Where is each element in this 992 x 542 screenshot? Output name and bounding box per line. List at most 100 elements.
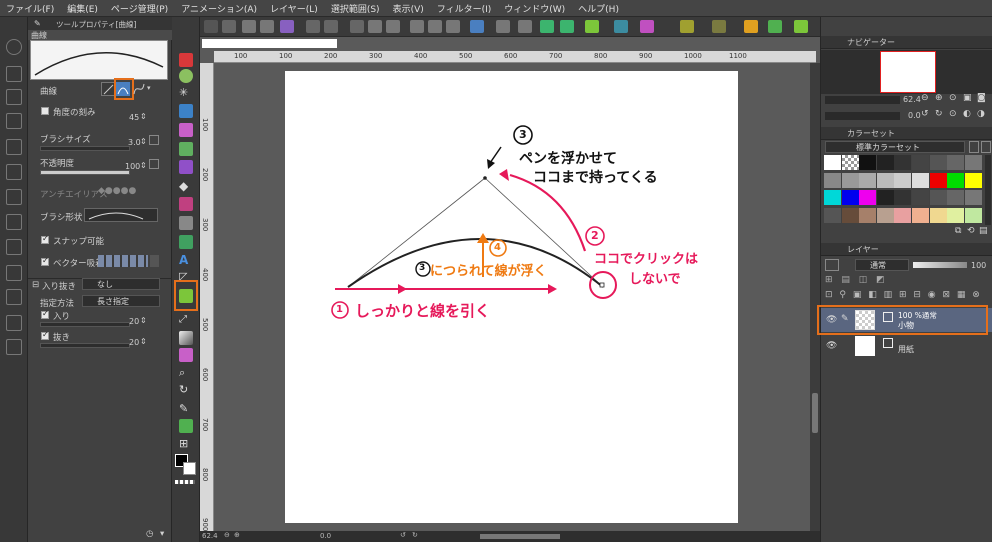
opacity-slider[interactable] xyxy=(40,170,130,175)
menu-item[interactable]: 表示(V) xyxy=(393,2,424,15)
out-checkbox[interactable] xyxy=(41,330,49,340)
fit-icon[interactable]: ⊙ xyxy=(949,93,957,103)
zoom-tool-icon[interactable]: ⌕ xyxy=(179,366,193,380)
flip-h-icon[interactable]: ◐ xyxy=(963,109,971,119)
layer-opacity-slider[interactable] xyxy=(913,262,967,268)
angle-step-value[interactable]: 45 xyxy=(129,113,139,122)
color-swatch[interactable] xyxy=(841,190,859,205)
sparkle-tool-icon[interactable]: ✳ xyxy=(179,86,193,100)
color-swatch[interactable] xyxy=(964,155,982,170)
snap-ruler-icon[interactable] xyxy=(540,20,554,33)
color-swatch[interactable] xyxy=(947,207,965,223)
layer-row-paper[interactable]: 👁 用紙 xyxy=(821,334,992,358)
menu-item[interactable]: ページ管理(P) xyxy=(111,2,168,15)
menu-item[interactable]: ウィンドウ(W) xyxy=(504,2,565,15)
menu-item[interactable]: ヘルプ(H) xyxy=(578,2,619,15)
spin-icon[interactable]: ⇕ xyxy=(140,316,147,325)
reset-icon[interactable]: ◷ xyxy=(146,529,153,539)
airbrush-tool-icon[interactable] xyxy=(179,160,193,174)
color-swatch[interactable] xyxy=(894,190,912,205)
move-tool-icon[interactable] xyxy=(6,66,22,82)
map-tool-icon[interactable] xyxy=(6,265,22,281)
spin-icon[interactable]: ⇕ xyxy=(140,112,147,121)
brush-tool-icon[interactable] xyxy=(179,142,193,156)
transparent-color-swatch[interactable] xyxy=(175,480,195,484)
navigator-preview[interactable] xyxy=(821,50,992,94)
navigator-rotate-value[interactable]: 0.0 xyxy=(908,111,921,120)
color-swatch[interactable] xyxy=(841,155,859,170)
ruler-tool-icon[interactable]: ⤢ xyxy=(179,314,193,328)
layer-tool-icon[interactable] xyxy=(6,139,22,155)
color-swatch[interactable] xyxy=(894,155,912,170)
text-tool-icon[interactable]: A xyxy=(179,253,193,267)
status-zoom[interactable]: 62.4 xyxy=(202,532,218,540)
navigator-zoom-value[interactable]: 62.4 xyxy=(903,95,921,104)
straight-line-button[interactable] xyxy=(101,82,115,96)
reference-icon[interactable] xyxy=(680,20,694,33)
color-swatch[interactable] xyxy=(912,172,929,188)
draft-icon[interactable] xyxy=(794,20,808,33)
open-file-icon[interactable] xyxy=(242,20,256,33)
color-set-title[interactable]: カラーセット xyxy=(847,128,895,139)
full-icon[interactable]: ▣ xyxy=(963,93,972,103)
snap-special-ruler-icon[interactable] xyxy=(560,20,574,33)
cubic-curve-button[interactable] xyxy=(132,82,146,96)
in-slider[interactable] xyxy=(40,322,130,327)
opacity-settings-icon[interactable] xyxy=(149,159,159,169)
menu-item[interactable]: レイヤー(L) xyxy=(270,2,318,15)
vector-snap-checkbox[interactable] xyxy=(41,256,49,266)
color-set-scrollbar[interactable] xyxy=(985,155,991,225)
collapse-icon[interactable]: ⊟ xyxy=(32,280,39,290)
selection-tool-icon[interactable] xyxy=(6,113,22,129)
zoom-tool-icon[interactable] xyxy=(6,39,22,55)
vector-snap-options[interactable] xyxy=(98,255,148,267)
actual-size-icon[interactable]: ◙ xyxy=(977,93,986,103)
layer-title[interactable]: レイヤー xyxy=(847,244,879,255)
color-swatch[interactable] xyxy=(859,207,877,223)
color-swatch[interactable] xyxy=(929,190,947,205)
brush-size-settings-icon[interactable] xyxy=(149,135,159,145)
flip-v-icon[interactable]: ◑ xyxy=(977,109,985,119)
rotate-right-icon[interactable]: ↻ xyxy=(935,109,943,119)
out-value[interactable]: 20 xyxy=(129,338,139,347)
menu-icon[interactable]: ▾ xyxy=(160,529,164,539)
fill-icon[interactable] xyxy=(386,20,400,33)
spin-icon[interactable]: ⇕ xyxy=(140,161,147,170)
lasso-tool-icon[interactable] xyxy=(179,69,193,83)
redo-icon[interactable] xyxy=(324,20,338,33)
star-tool-icon[interactable] xyxy=(6,189,22,205)
spin-icon[interactable]: ⇕ xyxy=(140,137,147,146)
layer-opacity-value[interactable]: 100 xyxy=(971,261,986,270)
gradient-tool-icon[interactable] xyxy=(179,235,193,249)
color-swatch[interactable] xyxy=(929,155,947,170)
spec-method-select[interactable]: 長さ指定 xyxy=(82,295,160,307)
color-swatch[interactable] xyxy=(876,155,894,170)
blend-tool-icon[interactable] xyxy=(179,197,193,211)
in-value[interactable]: 20 xyxy=(129,317,139,326)
color-swatch[interactable] xyxy=(947,155,965,170)
film-icon[interactable] xyxy=(712,20,726,33)
canvas-tab[interactable] xyxy=(202,39,337,48)
color-set-menu-icon[interactable] xyxy=(969,141,979,153)
undo-icon[interactable] xyxy=(306,20,320,33)
save-icon[interactable] xyxy=(260,20,274,33)
color-swatch[interactable] xyxy=(894,172,912,188)
color-swatch[interactable] xyxy=(947,172,965,188)
pen-nib-tool-icon[interactable] xyxy=(179,419,193,433)
spin-icon[interactable]: ⇕ xyxy=(140,337,147,346)
brush-shape-select[interactable] xyxy=(84,208,158,222)
fill-tool-icon[interactable] xyxy=(179,216,193,230)
menu-item[interactable]: アニメーション(A) xyxy=(181,2,257,15)
close-tool-icon[interactable] xyxy=(6,214,22,230)
angle-step-checkbox[interactable] xyxy=(41,107,49,115)
rotate-tool-icon[interactable]: ↻ xyxy=(179,383,193,397)
paste-icon[interactable] xyxy=(446,20,460,33)
color-swatch[interactable] xyxy=(912,155,929,170)
color-swatch[interactable] xyxy=(947,190,965,205)
red-tool-icon[interactable] xyxy=(179,53,193,67)
shape-tool-icon[interactable] xyxy=(6,315,22,331)
zoom-out-icon[interactable]: ⊖ xyxy=(921,93,929,103)
horizontal-scroll-thumb[interactable] xyxy=(480,534,560,539)
eye-icon[interactable]: 👁 xyxy=(826,341,837,351)
color-swatch[interactable] xyxy=(964,172,982,188)
